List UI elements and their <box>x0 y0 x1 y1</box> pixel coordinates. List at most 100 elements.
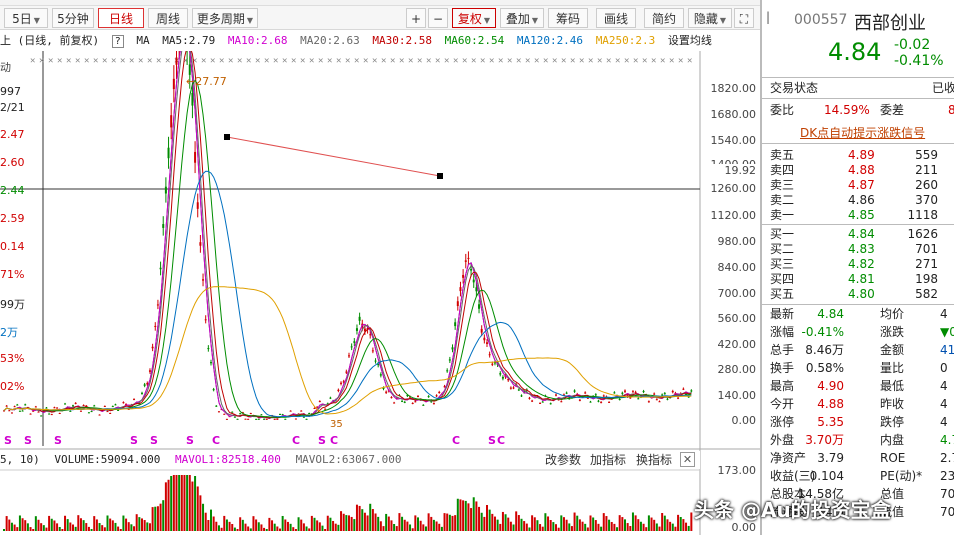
volume-bar <box>143 520 146 531</box>
price-axis-label: 1680.00 <box>710 108 757 121</box>
event-marker: ✕ <box>489 56 494 66</box>
switch-indicator-button[interactable]: 换指标 <box>636 451 672 469</box>
candle-body <box>653 393 656 395</box>
event-marker: ✕ <box>219 56 224 66</box>
volume-bar <box>13 524 16 531</box>
candle-body <box>305 418 308 420</box>
candle-body <box>48 413 51 415</box>
left-label: 2.47 <box>0 128 25 141</box>
pin-icon[interactable]: | <box>766 10 770 24</box>
volume-bar <box>300 519 303 531</box>
hide-button[interactable]: 隐藏 ▼ <box>688 8 732 28</box>
sell-row: 卖三 4.87 260 <box>762 177 954 193</box>
draw-line-button[interactable]: 画线 <box>596 8 636 28</box>
stat-label: 净资产 <box>770 451 807 465</box>
volume-bar <box>624 519 626 531</box>
candle-body <box>456 301 459 307</box>
candle-body <box>300 410 303 412</box>
ma20-value: MA20:2.63 <box>300 34 360 47</box>
chips-button[interactable]: 筹码 <box>548 8 588 28</box>
candle-body <box>53 407 56 409</box>
volume-bar <box>358 505 361 531</box>
stat-value: 4 <box>940 397 948 411</box>
candle-body <box>276 418 279 420</box>
volume-bar <box>34 516 37 531</box>
stat-row: 净资产 3.79 ROE 2.7 <box>762 450 954 466</box>
volume-bar <box>379 521 382 531</box>
expand-icon[interactable]: ⛶ <box>734 8 754 28</box>
last-price: 4.84 <box>828 38 882 66</box>
volume-bar <box>395 526 398 531</box>
volume-bar <box>122 515 125 531</box>
sell-row: 卖二 4.86 370 <box>762 192 954 208</box>
ma-settings-button[interactable]: 设置均线 <box>668 34 712 47</box>
candle-body <box>401 400 404 402</box>
buy-label: 买四 <box>770 272 795 286</box>
volume-bar <box>435 521 438 531</box>
volume-bar <box>95 519 98 531</box>
simple-mode-button[interactable]: 简约 <box>644 8 684 28</box>
dk-signal-link[interactable]: DK点自动提示涨跌信号 <box>800 124 925 141</box>
period-daily-button[interactable]: 日线 <box>98 8 144 28</box>
price-axis-label: 140.00 <box>717 389 757 402</box>
ma10-line <box>3 51 692 420</box>
event-marker: ✕ <box>642 56 647 66</box>
candle-body <box>156 304 159 306</box>
volume-bar <box>53 520 56 531</box>
event-marker: ✕ <box>624 56 629 66</box>
overlay-button[interactable]: 叠加 ▼ <box>500 8 544 28</box>
volume-bar <box>690 512 693 531</box>
event-marker: ✕ <box>516 56 521 66</box>
ma10-value: MA10:2.68 <box>227 34 288 47</box>
volume-bar <box>29 527 32 531</box>
volume-bar <box>555 524 557 531</box>
close-icon[interactable]: ✕ <box>680 452 695 467</box>
zoom-in-button[interactable]: + <box>406 8 426 28</box>
candle-body <box>578 399 581 401</box>
volume-bar <box>536 520 539 531</box>
change-params-button[interactable]: 改参数 <box>545 451 581 469</box>
event-marker: ✕ <box>165 56 170 66</box>
left-label: 02% <box>0 380 25 393</box>
help-icon[interactable]: ? <box>111 35 124 48</box>
signal-marker: S <box>150 434 158 447</box>
volume-bar <box>549 520 552 531</box>
volume-bar <box>180 475 183 531</box>
candle-body <box>188 64 191 75</box>
price-axis-label: 1540.00 <box>710 134 757 147</box>
fuquan-button[interactable]: 复权 ▼ <box>452 8 496 28</box>
event-marker: ✕ <box>426 56 431 66</box>
candle-body <box>210 362 212 364</box>
period-weekly-button[interactable]: 周线 <box>148 8 188 28</box>
stock-name: 西部创业 <box>854 13 926 34</box>
stat-row: 涨停 5.35 跌停 4 <box>762 414 954 430</box>
volume-bar <box>66 519 69 531</box>
ma30-line <box>3 51 692 419</box>
zoom-out-button[interactable]: − <box>428 8 448 28</box>
candle-body <box>199 242 202 246</box>
event-marker: ✕ <box>615 56 620 66</box>
add-indicator-button[interactable]: 加指标 <box>590 451 626 469</box>
period-5day-button[interactable]: 5日 ▼ <box>4 8 48 28</box>
kline-chart[interactable]: ✕ ✕ ✕ ✕ ✕ ✕ ✕ ✕ ✕ ✕ ✕ ✕ ✕ ✕ ✕ ✕ ✕ ✕ ✕ ✕ ✕ ✕ ✕ ✕ ✕ ✕ ✕ ✕ ✕ ✕ ✕ ✕ ✕ ✕ ✕ ✕ ✕ ✕ ✕ ✕… <box>0 51 760 535</box>
candle-body <box>520 395 523 397</box>
volume-bar <box>618 515 621 531</box>
volume-bar <box>127 522 130 531</box>
candle-body <box>265 418 268 420</box>
candle-body <box>329 397 332 399</box>
candle-body <box>459 287 462 292</box>
event-marker: ✕ <box>372 56 377 66</box>
volume-bar <box>279 528 281 531</box>
candle-body <box>443 386 446 388</box>
volume-bar <box>321 525 324 531</box>
period-5min-button[interactable]: 5分钟 <box>52 8 94 28</box>
volume-bar <box>260 524 263 531</box>
volume-bar <box>42 525 45 531</box>
volume-bar <box>634 515 637 531</box>
candle-body <box>257 418 260 420</box>
signal-marker: S <box>488 434 496 447</box>
candle-body <box>613 392 616 394</box>
candle-body <box>369 334 372 336</box>
event-marker: ✕ <box>633 56 638 66</box>
more-periods-button[interactable]: 更多周期 ▼ <box>192 8 258 28</box>
